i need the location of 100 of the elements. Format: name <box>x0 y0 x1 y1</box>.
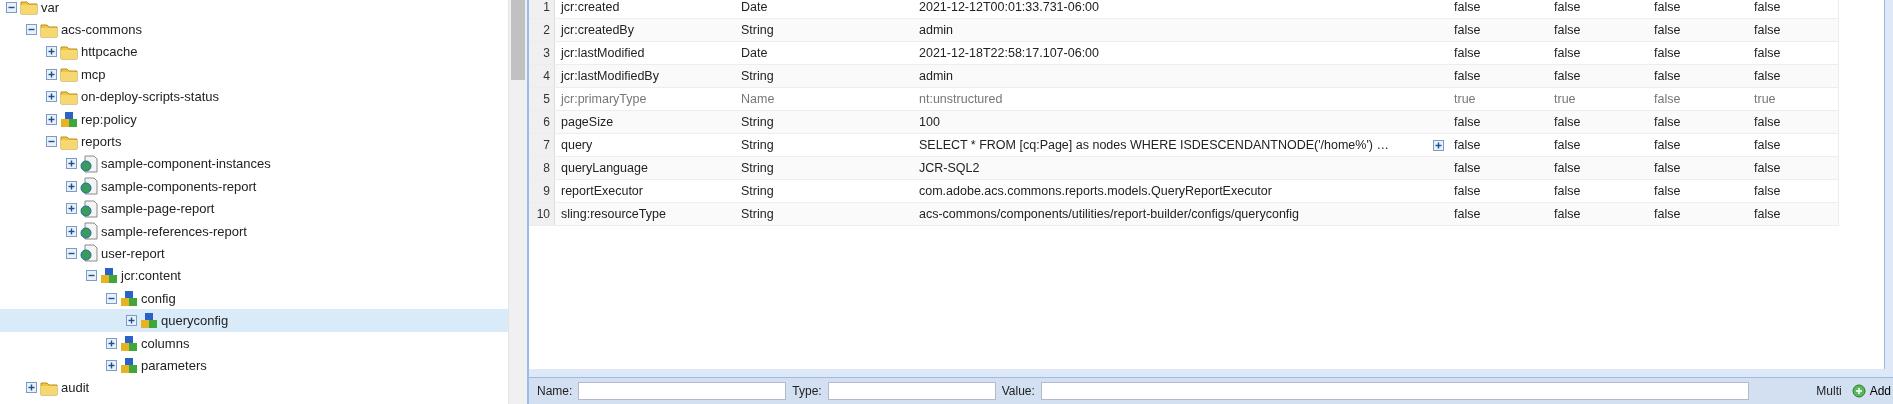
flag-value: false <box>1653 184 1682 198</box>
property-name: pageSize <box>560 115 615 129</box>
tree-item[interactable]: audit <box>0 376 508 400</box>
flag-value: false <box>1753 184 1782 198</box>
property-row[interactable]: 5 jcr:primaryType Name nt:unstructured true true false true <box>529 88 1839 111</box>
collapse-icon[interactable] <box>6 1 17 13</box>
tree-item[interactable]: reports <box>0 130 508 153</box>
expand-icon[interactable] <box>66 225 77 237</box>
tree-item[interactable]: sample-references-report <box>0 219 508 243</box>
flag-value: false <box>1653 138 1682 152</box>
property-row[interactable]: 3 jcr:lastModified Date 2021-12-18T22:58:17.107-06:00 false false false false <box>529 42 1839 65</box>
value-label: Value: <box>1001 384 1035 398</box>
collapse-icon[interactable] <box>66 248 77 259</box>
expand-icon[interactable] <box>46 91 57 103</box>
property-value: 100 <box>919 115 940 129</box>
expand-icon[interactable] <box>66 203 77 215</box>
tree-item[interactable]: parameters <box>0 354 508 377</box>
tree-item[interactable]: queryconfig <box>0 309 508 332</box>
property-row[interactable]: 10 sling:resourceType String acs-commons/components/utilities/report-builder/configs/queryconfig false false false false <box>529 203 1839 226</box>
tree-item[interactable]: acs-commons <box>0 18 508 41</box>
flag-value: false <box>1553 184 1582 198</box>
property-name: queryLanguage <box>560 161 649 175</box>
tree-item[interactable]: var <box>0 0 508 19</box>
row-number: 8 <box>529 157 555 179</box>
row-number: 7 <box>529 134 555 156</box>
collapse-icon[interactable] <box>86 270 97 282</box>
flag-value: false <box>1653 0 1682 14</box>
flag-value: false <box>1553 138 1582 152</box>
tree-item[interactable]: user-report <box>0 242 508 265</box>
collapse-icon[interactable] <box>46 136 57 148</box>
tree-item[interactable]: sample-component-instances <box>0 152 508 176</box>
property-row[interactable]: 7 query String SELECT * FROM [cq:Page] as nodes WHERE ISDESCENDANTNODE('/home%') … false false false false <box>529 134 1839 157</box>
property-value: 2021-12-12T00:01:33.731-06:00 <box>919 0 1099 14</box>
flag-value: true <box>1753 92 1777 106</box>
scrollbar[interactable] <box>508 0 527 404</box>
cubes-icon <box>60 110 78 128</box>
flag-value: false <box>1453 207 1482 221</box>
expand-icon[interactable] <box>1433 139 1444 151</box>
property-type: String <box>740 184 775 198</box>
flag-value: false <box>1553 46 1582 60</box>
flag-value: false <box>1653 23 1682 37</box>
page-globe-icon <box>80 177 98 196</box>
tree-item[interactable]: httpcache <box>0 40 508 64</box>
expand-icon[interactable] <box>106 359 117 371</box>
flag-value: false <box>1553 23 1582 37</box>
type-field[interactable] <box>827 382 996 400</box>
folder-icon <box>40 379 58 396</box>
property-value: acs-commons/components/utilities/report-builder/configs/queryconfig <box>919 207 1300 221</box>
page-globe-icon <box>80 244 98 263</box>
cubes-icon <box>120 289 138 307</box>
expand-icon[interactable] <box>46 68 57 80</box>
property-row[interactable]: 8 queryLanguage String JCR-SQL2 false false false false <box>529 157 1839 180</box>
property-name: jcr:createdBy <box>559 23 635 37</box>
expand-icon[interactable] <box>46 46 57 58</box>
flag-value: false <box>1753 23 1782 37</box>
type-label: Type: <box>792 384 822 398</box>
flag-value: false <box>1753 115 1782 129</box>
value-field[interactable] <box>1040 382 1749 400</box>
expand-icon[interactable] <box>66 158 77 170</box>
flag-value: false <box>1553 69 1582 83</box>
expand-icon[interactable] <box>106 337 117 349</box>
property-name: reportExecutor <box>560 184 644 198</box>
property-type: String <box>740 207 775 221</box>
collapse-icon[interactable] <box>106 292 117 304</box>
folder-icon <box>40 21 58 38</box>
tree-item[interactable]: config <box>0 287 508 310</box>
expand-icon[interactable] <box>26 382 37 394</box>
add-button[interactable]: Add <box>1847 384 1893 398</box>
expand-icon[interactable] <box>126 315 137 327</box>
property-row[interactable]: 6 pageSize String 100 false false false false <box>529 111 1839 134</box>
tree-item[interactable]: sample-page-report <box>0 197 508 220</box>
tree-item[interactable]: jcr:content <box>0 264 508 288</box>
property-row[interactable]: 2 jcr:createdBy String admin false false false false <box>529 19 1839 42</box>
folder-icon <box>60 66 78 83</box>
row-number: 2 <box>529 19 555 41</box>
property-row[interactable]: 1 jcr:created Date 2021-12-12T00:01:33.731-06:00 false false false false <box>529 0 1839 19</box>
expand-icon[interactable] <box>66 180 77 192</box>
property-value: admin <box>919 69 954 83</box>
cubes-icon <box>100 267 118 285</box>
row-number: 10 <box>529 203 555 225</box>
tree-item[interactable]: on-deploy-scripts-status <box>0 85 508 108</box>
property-name: jcr:primaryType <box>559 92 648 106</box>
tree-item[interactable]: mcp <box>0 63 508 86</box>
multi-label: Multi <box>1816 384 1842 398</box>
tree-item[interactable]: rep:policy <box>0 107 508 131</box>
flag-value: false <box>1653 69 1682 83</box>
property-type: String <box>740 69 775 83</box>
property-type: String <box>740 138 775 152</box>
property-row[interactable]: 9 reportExecutor String com.adobe.acs.commons.reports.models.QueryReportExecutor false false false false <box>529 180 1839 203</box>
flag-value: false <box>1453 184 1482 198</box>
flag-value: false <box>1553 207 1582 221</box>
property-type: Name <box>740 92 776 106</box>
property-row[interactable]: 4 jcr:lastModifiedBy String admin false false false false <box>529 65 1839 88</box>
row-number: 4 <box>529 65 555 87</box>
flag-value: true <box>1553 92 1577 106</box>
expand-icon[interactable] <box>46 113 57 125</box>
tree-item[interactable]: columns <box>0 331 508 355</box>
tree-item[interactable]: sample-components-report <box>0 175 508 198</box>
name-field[interactable] <box>578 382 787 400</box>
collapse-icon[interactable] <box>26 24 37 36</box>
